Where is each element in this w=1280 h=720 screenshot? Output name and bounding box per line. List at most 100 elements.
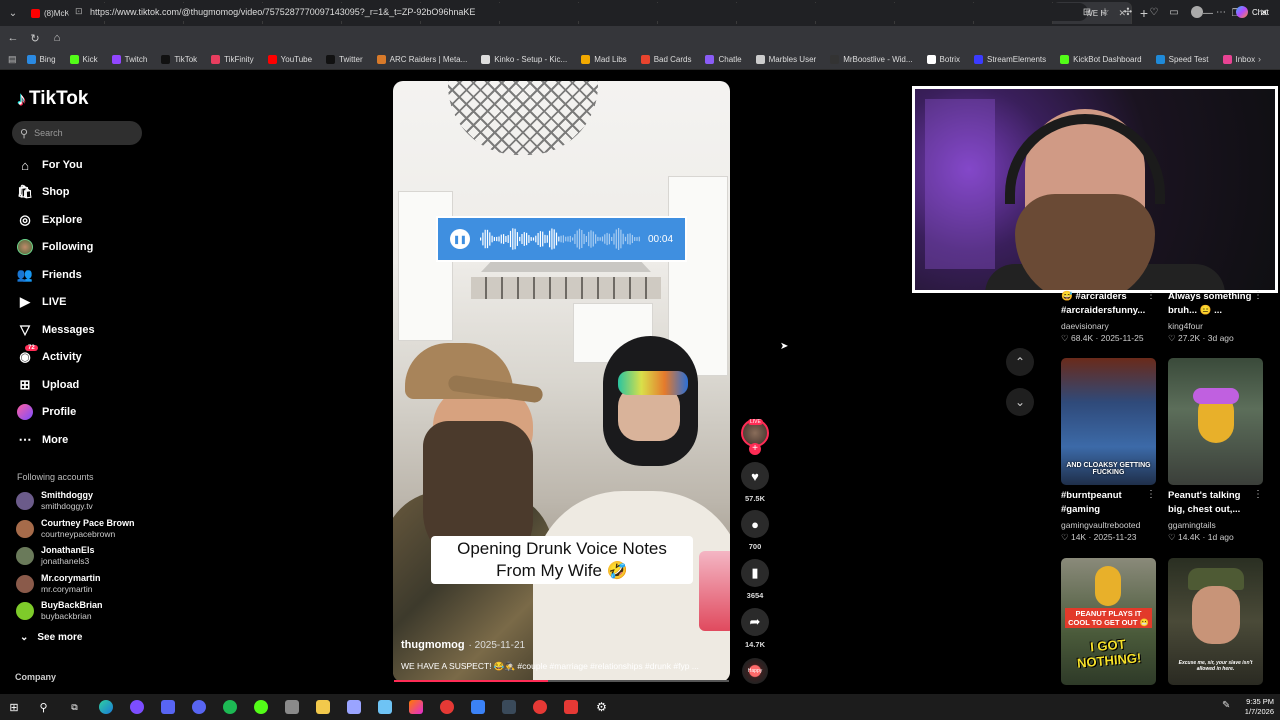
following-account[interactable]: BuyBackBrian buybackbrian bbox=[16, 598, 103, 624]
feed-card[interactable]: Peanut's talking big, chest out,... ⋮ gg… bbox=[1168, 358, 1264, 558]
feed-card-title[interactable]: Peanut's talking big, chest out,... bbox=[1168, 489, 1258, 517]
taskbar-app[interactable] bbox=[214, 694, 245, 720]
copilot-chat-button[interactable]: Chat bbox=[1236, 3, 1276, 21]
share-action[interactable]: ➦ 14.7K bbox=[740, 608, 770, 649]
bookmark-item[interactable]: Speed Test bbox=[1155, 55, 1209, 64]
feed-card-user[interactable]: king4four bbox=[1168, 321, 1203, 331]
app-install-icon[interactable]: ⊞ bbox=[1078, 3, 1096, 21]
site-info-icon[interactable]: ⊡ bbox=[75, 6, 83, 17]
favorite-star-icon[interactable]: ☆ bbox=[1096, 3, 1114, 21]
follow-plus-button[interactable]: + bbox=[749, 443, 761, 455]
search-input[interactable]: ⚲ Search bbox=[12, 121, 142, 145]
nav-item-activity[interactable]: ◉ 72 Activity bbox=[16, 345, 82, 368]
like-action[interactable]: ♥ 57.5K bbox=[740, 462, 770, 503]
taskbar-app[interactable] bbox=[462, 694, 493, 720]
taskbar-app[interactable] bbox=[555, 694, 586, 720]
reload-button[interactable]: ↻ bbox=[24, 27, 46, 49]
taskbar-app[interactable] bbox=[493, 694, 524, 720]
bookmark-item[interactable]: Kinko - Setup - Kic... bbox=[481, 55, 567, 64]
nav-item-messages[interactable]: ▽ Messages bbox=[16, 319, 95, 341]
bookmark-item[interactable]: KickBot Dashboard bbox=[1060, 55, 1142, 64]
bookmark-item[interactable]: TikFinity bbox=[211, 55, 254, 64]
sound-disc[interactable]: Happy bbox=[742, 658, 768, 684]
card-more-icon[interactable]: ⋮ bbox=[1253, 489, 1263, 500]
nav-item-more[interactable]: ⋯ More bbox=[16, 429, 69, 451]
feed-card-user[interactable]: ggamingtails bbox=[1168, 520, 1216, 530]
bookmark-item[interactable]: StreamElements bbox=[973, 55, 1046, 64]
taskbar-app[interactable] bbox=[121, 694, 152, 720]
feed-card-title[interactable]: 😅 #arcraiders #arcraidersfunny... bbox=[1061, 290, 1151, 318]
nav-item-live[interactable]: ▶ LIVE bbox=[16, 291, 66, 313]
split-screen-icon[interactable]: ▭ bbox=[1165, 3, 1183, 21]
bookmark-item[interactable]: Kick bbox=[69, 55, 98, 64]
taskbar-app-edge[interactable] bbox=[90, 694, 121, 720]
pen-icon[interactable]: ✎ bbox=[1222, 700, 1230, 711]
video-progress-bar[interactable] bbox=[394, 680, 729, 682]
nav-item-shop[interactable]: 🛍 Shop bbox=[16, 181, 70, 203]
taskbar-app[interactable] bbox=[431, 694, 462, 720]
nav-item-upload[interactable]: ⊞ Upload bbox=[16, 374, 80, 396]
bookmark-item[interactable]: ARC Raiders | Meta... bbox=[376, 55, 467, 64]
card-more-icon[interactable]: ⋮ bbox=[1253, 290, 1263, 301]
extensions-icon[interactable]: ✣ bbox=[1119, 3, 1137, 21]
settings-more-icon[interactable]: ⋯ bbox=[1212, 3, 1230, 21]
company-link[interactable]: Company bbox=[15, 672, 56, 682]
bookmark-item[interactable]: Inbox bbox=[1222, 55, 1255, 64]
taskbar-app[interactable] bbox=[338, 694, 369, 720]
video-author[interactable]: thugmomog · 2025-11-21 bbox=[401, 639, 525, 651]
feed-thumbnail[interactable] bbox=[1168, 358, 1263, 485]
nav-item-friends[interactable]: 👥 Friends bbox=[16, 264, 82, 286]
bookmark-item[interactable]: Bing bbox=[26, 55, 56, 64]
bookmark-item[interactable]: TikTok bbox=[161, 55, 197, 64]
feed-thumbnail[interactable]: PEANUT PLAYS IT COOL TO GET OUT 😬 I GOT … bbox=[1061, 558, 1156, 685]
comment-icon[interactable]: ● bbox=[741, 510, 769, 538]
video-description[interactable]: WE HAVE A SUSPECT! 😂🕵 #couple #marriage … bbox=[401, 661, 723, 672]
taskbar-app[interactable] bbox=[276, 694, 307, 720]
taskbar-app[interactable] bbox=[183, 694, 214, 720]
video-player[interactable] bbox=[393, 81, 730, 682]
task-view-button[interactable]: ⧉ bbox=[59, 694, 90, 720]
following-account[interactable]: Smithdoggy smithdoggy.tv bbox=[16, 488, 93, 514]
heart-icon[interactable]: ♥ bbox=[741, 462, 769, 490]
taskbar-app[interactable] bbox=[400, 694, 431, 720]
share-icon[interactable]: ➦ bbox=[741, 608, 769, 636]
nav-item-for-you[interactable]: ⌂ For You bbox=[16, 154, 82, 176]
home-button[interactable]: ⌂ bbox=[46, 27, 68, 49]
system-clock[interactable]: 9:35 PM 1/7/2026 bbox=[1240, 697, 1274, 717]
comment-action[interactable]: ● 700 bbox=[740, 510, 770, 551]
bookmark-item[interactable]: Chatle bbox=[705, 55, 742, 64]
back-button[interactable]: ← bbox=[2, 27, 24, 49]
card-more-icon[interactable]: ⋮ bbox=[1146, 290, 1156, 301]
bookmark-item[interactable]: YouTube bbox=[267, 55, 312, 64]
bookmarks-menu-icon[interactable]: ▤ bbox=[8, 54, 17, 65]
tiktok-logo[interactable]: ♪ TikTok bbox=[17, 88, 88, 110]
taskbar-app[interactable] bbox=[307, 694, 338, 720]
feed-card-user[interactable]: daevisionary bbox=[1061, 321, 1109, 331]
feed-card-title[interactable]: Always something bruh... 😑 ... bbox=[1168, 290, 1258, 318]
bookmark-item[interactable]: Mad Libs bbox=[581, 55, 627, 64]
bookmark-icon[interactable]: ▮ bbox=[741, 559, 769, 587]
url-field[interactable]: ⊡ https://www.tiktok.com/@thugmomog/vide… bbox=[68, 3, 1088, 21]
bookmark-item[interactable]: Marbles User bbox=[755, 55, 816, 64]
browser-essentials-icon[interactable]: ♡ bbox=[1145, 3, 1163, 21]
following-account[interactable]: JonathanEls jonathanels3 bbox=[16, 543, 95, 569]
next-video-button[interactable]: ⌄ bbox=[1006, 388, 1034, 416]
taskbar-search-button[interactable]: ⚲ bbox=[28, 694, 59, 720]
tab-list-menu-button[interactable]: ⌄ bbox=[0, 0, 26, 26]
feed-card[interactable]: AND CLOAKSY GETTING FUCKING #burntpeanut… bbox=[1061, 358, 1157, 558]
taskbar-app[interactable]: ⚙ bbox=[586, 694, 617, 720]
bookmark-item[interactable]: Botrix bbox=[926, 55, 960, 64]
taskbar-app[interactable] bbox=[245, 694, 276, 720]
following-account[interactable]: Courtney Pace Brown courtneypacebrown bbox=[16, 516, 135, 542]
card-more-icon[interactable]: ⋮ bbox=[1146, 489, 1156, 500]
bookmarks-overflow-icon[interactable]: › bbox=[1258, 54, 1261, 64]
following-account[interactable]: Mr.corymartin mr.corymartin bbox=[16, 571, 101, 597]
bookmark-item[interactable]: Twitter bbox=[326, 55, 363, 64]
feed-card[interactable]: Excuse me, sir, your slave isn't allowed… bbox=[1168, 558, 1264, 688]
taskbar-app[interactable] bbox=[524, 694, 555, 720]
previous-video-button[interactable]: ⌃ bbox=[1006, 348, 1034, 376]
feed-card[interactable]: PEANUT PLAYS IT COOL TO GET OUT 😬 I GOT … bbox=[1061, 558, 1157, 688]
nav-item-following[interactable]: Following bbox=[16, 236, 93, 258]
feed-thumbnail[interactable]: Excuse me, sir, your slave isn't allowed… bbox=[1168, 558, 1263, 685]
feed-card-user[interactable]: gamingvaultrebooted bbox=[1061, 520, 1140, 530]
